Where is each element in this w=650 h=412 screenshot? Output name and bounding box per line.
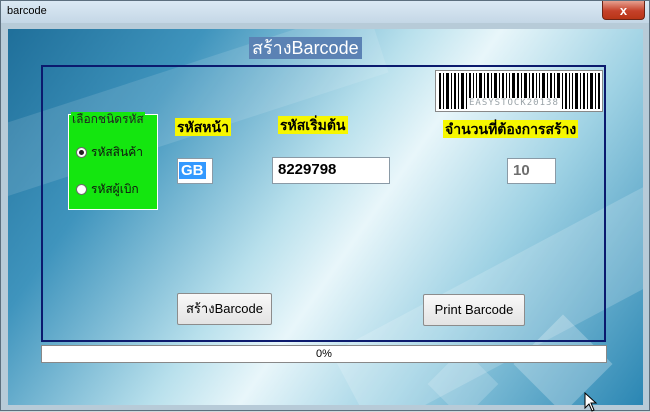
radio-button[interactable]: [76, 184, 87, 195]
prefix-label: รหัสหน้า: [175, 118, 231, 136]
page-title: สร้างBarcode: [249, 37, 362, 59]
start-code-value: 8229798: [278, 161, 337, 178]
prefix-value: GB: [179, 162, 206, 179]
progress-bar: 0%: [41, 345, 607, 363]
quantity-label: จำนวนที่ต้องการสร้าง: [443, 120, 579, 138]
title-bar[interactable]: barcode x: [1, 1, 649, 23]
quantity-value: 10: [513, 162, 530, 179]
barcode-preview: EASYSTOCK20138: [435, 70, 603, 112]
code-type-group: เลือกชนิดรหัส รหัสสินค้า รหัสผู้เบิก: [68, 112, 158, 210]
create-barcode-button[interactable]: สร้างBarcode: [177, 293, 272, 325]
quantity-input[interactable]: 10: [507, 158, 556, 184]
radio-product-code[interactable]: รหัสสินค้า: [76, 143, 143, 162]
radio-button-selected[interactable]: [76, 147, 87, 158]
start-code-input[interactable]: 8229798: [272, 157, 390, 184]
window-title: barcode: [7, 5, 47, 17]
client-area: สร้างBarcode EASYSTOCK20138 เลือกชนิดรหั…: [8, 29, 643, 405]
app-window: barcode x สร้างBarcode EASYSTOCK20138 เล…: [0, 0, 650, 412]
close-icon: x: [619, 2, 628, 18]
code-type-legend: เลือกชนิดรหัส: [71, 112, 145, 126]
radio-label: รหัสผู้เบิก: [91, 182, 139, 196]
print-barcode-button[interactable]: Print Barcode: [423, 294, 525, 326]
radio-requester-code[interactable]: รหัสผู้เบิก: [76, 180, 139, 199]
close-button[interactable]: x: [602, 1, 645, 20]
radio-label: รหัสสินค้า: [91, 145, 143, 159]
mouse-cursor-icon: [584, 392, 598, 412]
barcode-caption: EASYSTOCK20138: [468, 98, 560, 109]
start-code-label: รหัสเริ่มต้น: [278, 116, 348, 134]
prefix-input[interactable]: GB: [177, 158, 213, 184]
progress-text: 0%: [316, 348, 332, 360]
